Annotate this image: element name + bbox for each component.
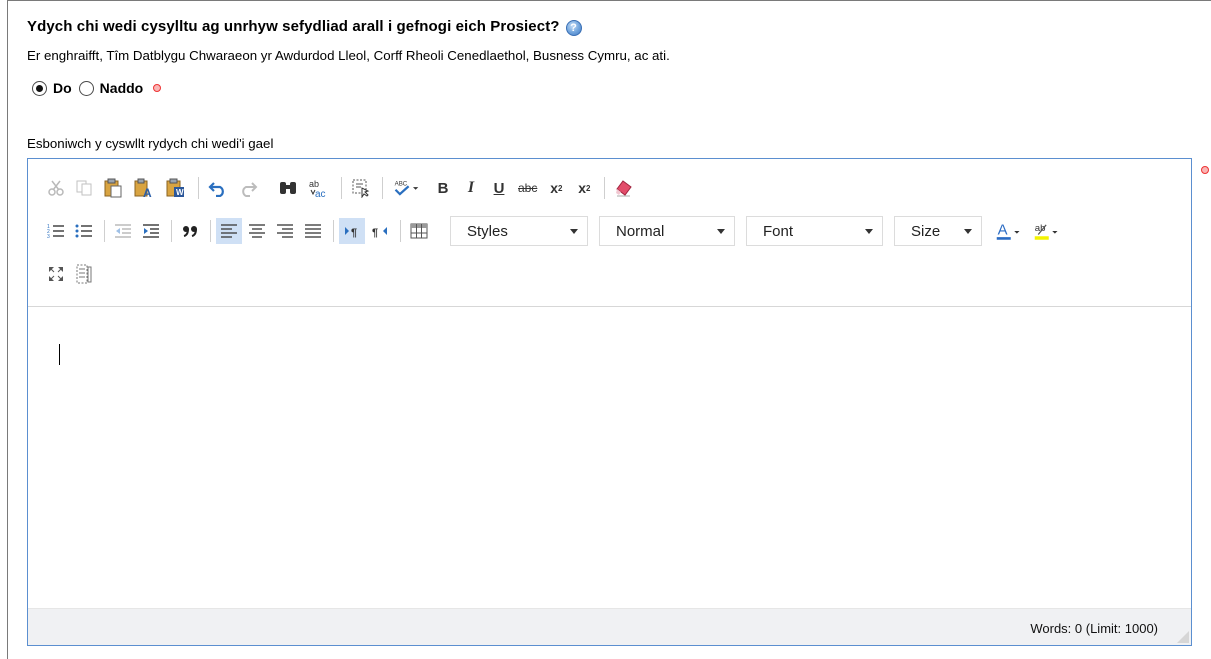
- editor-toolbar: A W ab ac ABC B I U abc x 2 x 2 1 2 3 ¶ …: [28, 159, 1191, 307]
- numbered-list-icon[interactable]: 123: [43, 218, 69, 244]
- table-icon[interactable]: [406, 218, 432, 244]
- toolbar-separator: [104, 220, 105, 242]
- select-all-icon[interactable]: [347, 175, 375, 201]
- bulleted-list-icon[interactable]: [71, 218, 97, 244]
- strikethrough-icon[interactable]: abc: [514, 175, 541, 201]
- chevron-down-icon: [865, 229, 873, 234]
- paste-icon[interactable]: [99, 175, 127, 201]
- align-center-icon[interactable]: [244, 218, 270, 244]
- chevron-down-icon: [570, 229, 578, 234]
- chevron-down-icon: [717, 229, 725, 234]
- rtl-icon[interactable]: ¶: [367, 218, 393, 244]
- remove-format-icon[interactable]: [610, 175, 638, 201]
- svg-text:A: A: [998, 223, 1008, 239]
- toolbar-row-2: 123 ¶ ¶ Styles Normal Font Size A ab: [43, 216, 1067, 246]
- underline-icon[interactable]: U: [486, 175, 512, 201]
- chevron-down-icon: [964, 229, 972, 234]
- toolbar-separator: [341, 177, 342, 199]
- toolbar-separator: [604, 177, 606, 199]
- explanation-label: Esboniwch y cyswllt rydych chi wedi'i ga…: [27, 136, 274, 151]
- radio-yes-label[interactable]: Do: [53, 80, 72, 96]
- cut-icon[interactable]: [43, 175, 69, 201]
- font-dropdown-label: Font: [763, 222, 794, 240]
- text-caret: [59, 344, 60, 365]
- editor-required-indicator: [1201, 166, 1209, 174]
- toolbar-separator: [171, 220, 172, 242]
- word-count: Words: 0 (Limit: 1000): [1030, 621, 1158, 636]
- editor-footer: Words: 0 (Limit: 1000): [28, 608, 1191, 645]
- required-indicator: [153, 84, 162, 92]
- indent-icon[interactable]: [138, 218, 164, 244]
- radio-yes[interactable]: [32, 80, 47, 96]
- format-dropdown-label: Normal: [616, 222, 665, 240]
- svg-text:ab: ab: [309, 179, 319, 189]
- question-heading: Ydych chi wedi cysylltu ag unrhyw sefydl…: [27, 18, 582, 36]
- blockquote-icon[interactable]: [177, 218, 203, 244]
- ltr-icon[interactable]: ¶: [339, 218, 365, 244]
- svg-text:ac: ac: [315, 189, 326, 198]
- spellcheck-icon[interactable]: ABC: [388, 175, 424, 201]
- rich-text-editor: A W ab ac ABC B I U abc x 2 x 2 1 2 3 ¶ …: [27, 158, 1192, 646]
- contact-radio-group: Do Naddo: [32, 80, 162, 96]
- text-color-icon[interactable]: A: [991, 218, 1027, 244]
- svg-text:¶: ¶: [372, 227, 378, 238]
- outdent-icon[interactable]: [110, 218, 136, 244]
- align-left-icon[interactable]: [216, 218, 242, 244]
- format-dropdown[interactable]: Normal: [599, 216, 735, 246]
- editor-content-area[interactable]: [28, 307, 1191, 610]
- toolbar-separator: [400, 220, 401, 242]
- size-dropdown[interactable]: Size: [894, 216, 982, 246]
- radio-no-label[interactable]: Naddo: [100, 80, 144, 96]
- toolbar-separator: [198, 177, 199, 199]
- svg-text:W: W: [176, 188, 184, 197]
- toolbar-separator: [382, 177, 383, 199]
- subscript-icon[interactable]: x2: [543, 175, 569, 201]
- styles-dropdown-label: Styles: [467, 222, 508, 240]
- find-icon[interactable]: [274, 175, 302, 201]
- toolbar-separator: [210, 220, 211, 242]
- help-icon[interactable]: [565, 19, 582, 36]
- bold-icon[interactable]: B: [430, 175, 456, 201]
- paste-word-icon[interactable]: W: [161, 175, 191, 201]
- svg-text:¶: ¶: [351, 227, 357, 238]
- radio-no[interactable]: [78, 80, 94, 96]
- italic-icon[interactable]: I: [458, 175, 484, 201]
- redo-icon[interactable]: [234, 175, 262, 201]
- svg-text:3: 3: [47, 234, 50, 240]
- undo-icon[interactable]: [204, 175, 232, 201]
- svg-text:ABC: ABC: [395, 180, 408, 187]
- toolbar-row-3: [43, 260, 99, 288]
- background-color-icon[interactable]: ab: [1029, 218, 1065, 244]
- paste-text-icon[interactable]: A: [129, 175, 159, 201]
- styles-dropdown[interactable]: Styles: [450, 216, 588, 246]
- copy-icon[interactable]: [71, 175, 97, 201]
- question-text: Ydych chi wedi cysylltu ag unrhyw sefydl…: [27, 18, 560, 35]
- size-dropdown-label: Size: [911, 222, 941, 240]
- superscript-icon[interactable]: x2: [571, 175, 597, 201]
- replace-icon[interactable]: ab ac: [304, 175, 334, 201]
- font-dropdown[interactable]: Font: [746, 216, 883, 246]
- align-right-icon[interactable]: [272, 218, 298, 244]
- svg-text:A: A: [143, 186, 152, 198]
- justify-icon[interactable]: [300, 218, 326, 244]
- resize-handle-icon[interactable]: [1177, 631, 1189, 643]
- maximize-icon[interactable]: [43, 261, 69, 287]
- question-hint: Er enghraifft, Tîm Datblygu Chwaraeon yr…: [27, 48, 670, 63]
- toolbar-row-1: A W ab ac ABC B I U abc x 2 x 2: [43, 174, 640, 202]
- show-blocks-icon[interactable]: [71, 261, 97, 287]
- toolbar-separator: [333, 220, 334, 242]
